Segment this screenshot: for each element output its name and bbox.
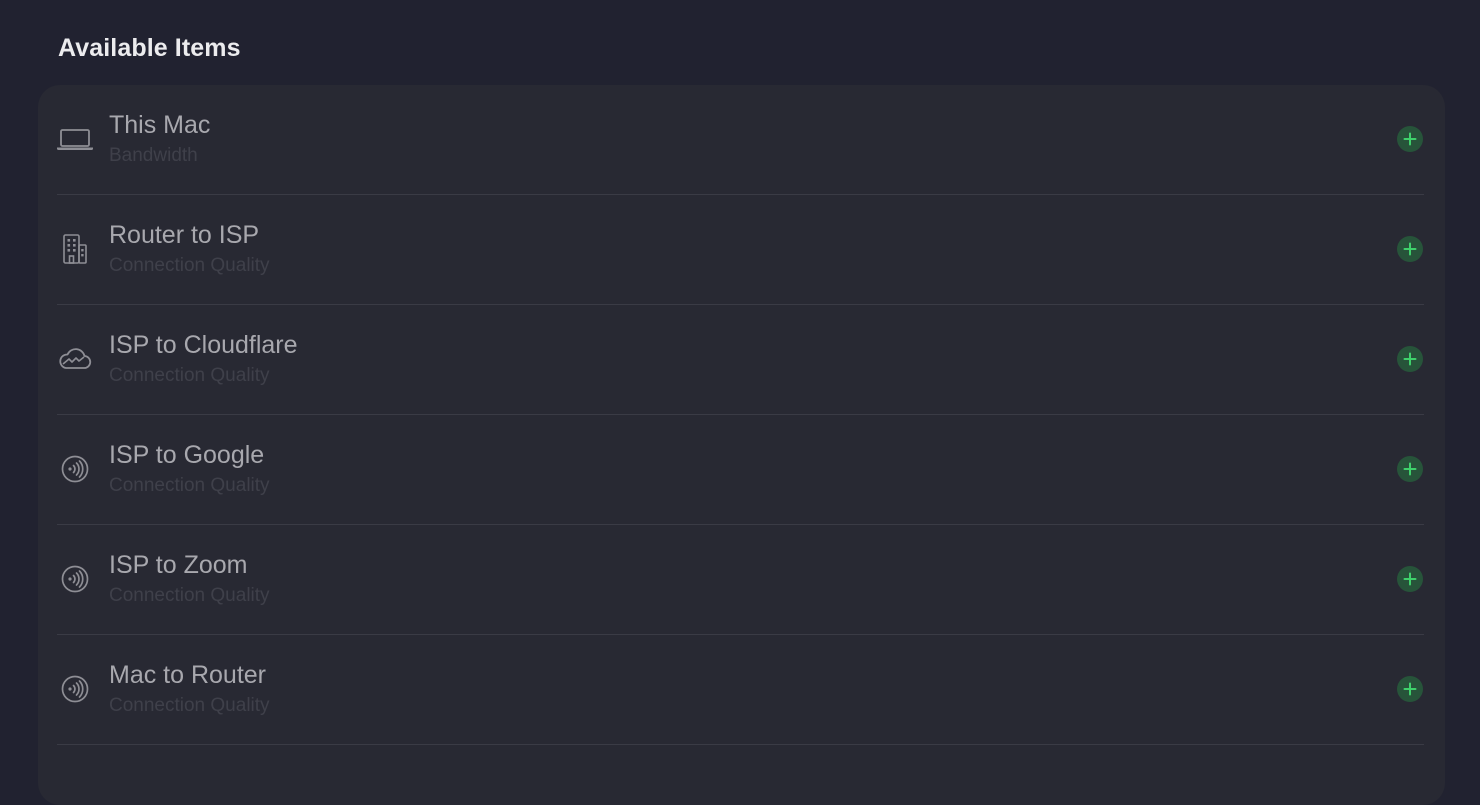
plus-icon (1403, 242, 1417, 256)
plus-icon (1403, 132, 1417, 146)
plus-icon (1403, 462, 1417, 476)
list-item-this-mac[interactable]: This Mac Bandwidth (38, 85, 1445, 195)
add-item-button[interactable] (1397, 236, 1423, 262)
building-icon (56, 230, 94, 268)
add-item-button[interactable] (1397, 456, 1423, 482)
item-subtitle: Connection Quality (109, 585, 270, 606)
item-subtitle: Connection Quality (109, 475, 270, 496)
laptop-icon (56, 120, 94, 158)
list-item-isp-to-cloudflare[interactable]: ISP to Cloudflare Connection Quality (38, 305, 1445, 415)
cloud-icon (56, 340, 94, 378)
plus-icon (1403, 682, 1417, 696)
item-subtitle: Connection Quality (109, 365, 270, 386)
list-item-isp-to-zoom[interactable]: ISP to Zoom Connection Quality (38, 525, 1445, 635)
add-item-button[interactable] (1397, 566, 1423, 592)
list-item-mac-to-router[interactable]: Mac to Router Connection Quality (38, 635, 1445, 745)
item-title: ISP to Zoom (109, 551, 248, 579)
item-subtitle: Connection Quality (109, 255, 270, 276)
add-item-button[interactable] (1397, 676, 1423, 702)
plus-icon (1403, 352, 1417, 366)
item-title: ISP to Google (109, 441, 265, 469)
add-item-button[interactable] (1397, 126, 1423, 152)
item-title: Mac to Router (109, 661, 267, 689)
item-title: Router to ISP (109, 221, 260, 249)
signal-icon (56, 670, 94, 708)
plus-icon (1403, 572, 1417, 586)
available-items-list: This Mac Bandwidth Router to ISP Connect… (38, 85, 1445, 805)
add-item-button[interactable] (1397, 346, 1423, 372)
item-title: ISP to Cloudflare (109, 331, 298, 359)
section-title: Available Items (58, 34, 241, 62)
row-divider (57, 744, 1424, 745)
list-item-isp-to-google[interactable]: ISP to Google Connection Quality (38, 415, 1445, 525)
item-subtitle: Bandwidth (109, 145, 198, 166)
signal-icon (56, 560, 94, 598)
signal-icon (56, 450, 94, 488)
item-title: This Mac (109, 111, 211, 139)
list-item-router-to-isp[interactable]: Router to ISP Connection Quality (38, 195, 1445, 305)
item-subtitle: Connection Quality (109, 695, 270, 716)
